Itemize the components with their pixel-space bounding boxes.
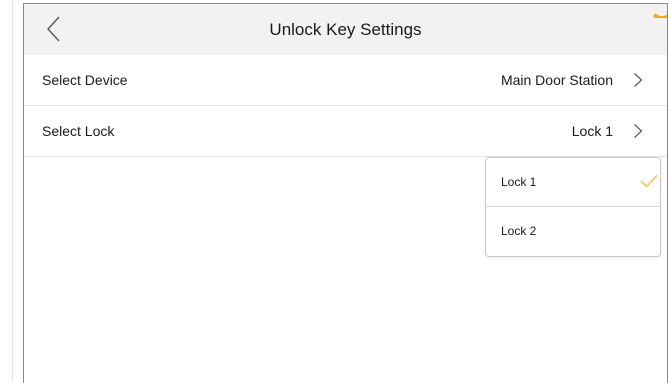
chevron-left-icon: [47, 16, 60, 42]
select-lock-row[interactable]: Select Lock Lock 1: [24, 106, 667, 157]
chevron-right-icon: [634, 73, 643, 87]
margin-divider: [12, 0, 13, 382]
back-button[interactable]: [42, 14, 66, 44]
chevron-right-icon: [634, 124, 643, 138]
lock-dropdown: Lock 1 Lock 2: [485, 157, 661, 257]
dropdown-option-lock-1[interactable]: Lock 1: [486, 158, 660, 207]
select-device-value: Main Door Station: [500, 72, 613, 88]
page-title: Unlock Key Settings: [269, 20, 422, 39]
title-bar: Unlock Key Settings: [24, 4, 667, 55]
select-lock-label: Select Lock: [42, 123, 115, 139]
select-device-row[interactable]: Select Device Main Door Station: [24, 55, 667, 106]
dropdown-option-label: Lock 1: [501, 175, 537, 189]
dropdown-option-lock-2[interactable]: Lock 2: [486, 207, 660, 255]
select-device-label: Select Device: [42, 72, 128, 88]
checkmark-icon: [640, 175, 658, 188]
left-margin: [0, 0, 23, 382]
select-lock-value: Lock 1: [571, 123, 613, 139]
unlock-key-settings-screen: Unlock Key Settings Select Device Main D…: [23, 3, 668, 383]
corner-accent: [653, 4, 667, 18]
dropdown-option-label: Lock 2: [501, 224, 537, 238]
